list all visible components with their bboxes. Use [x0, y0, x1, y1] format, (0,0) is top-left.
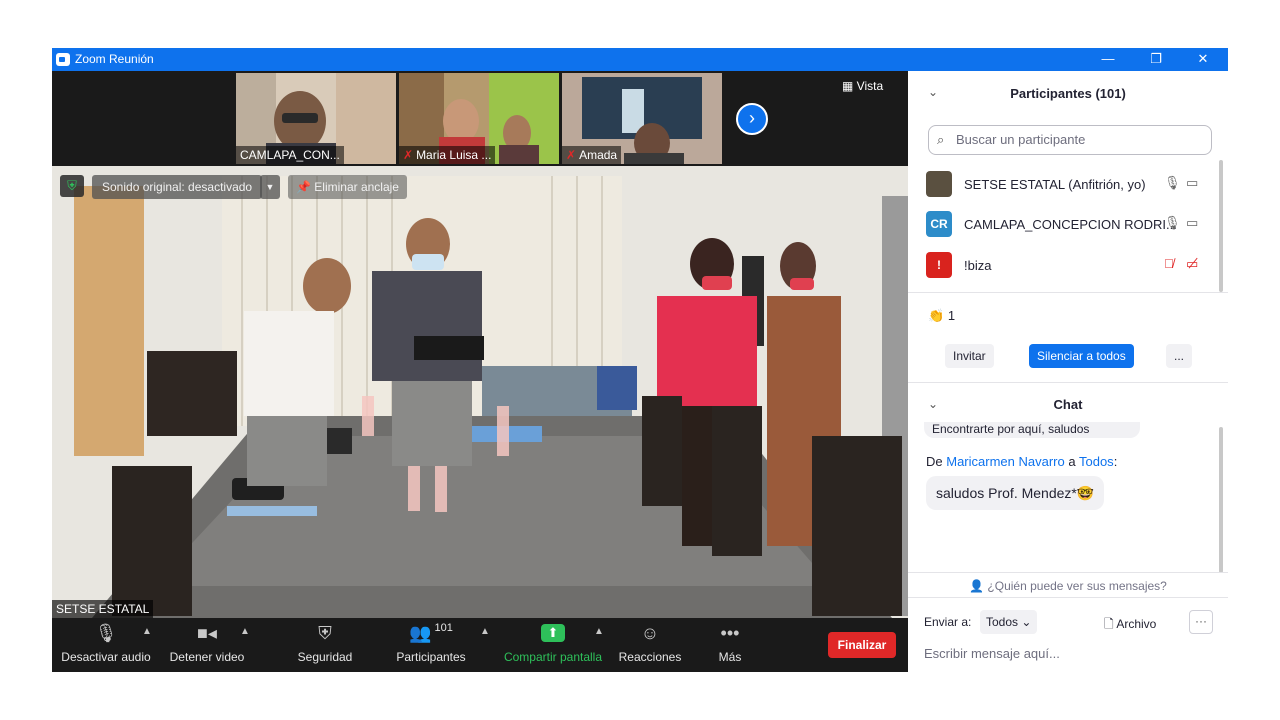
- divider: [908, 382, 1228, 383]
- grid-icon: ▦: [842, 79, 857, 93]
- thumbnail-name: CAMLAPA_CON...: [236, 146, 344, 164]
- next-page-button[interactable]: ›: [736, 103, 768, 135]
- chat-scrollbar[interactable]: [1219, 427, 1223, 573]
- participant-search-input[interactable]: ⌕ Buscar un participante: [928, 125, 1212, 155]
- original-sound-dropdown[interactable]: ▼: [260, 175, 280, 199]
- microphone-muted-icon[interactable]: 🎙̸: [1164, 256, 1174, 271]
- participant-name: CAMLAPA_CONCEPCION RODRI...: [964, 217, 1177, 232]
- close-button[interactable]: ✕: [1180, 48, 1226, 71]
- microphone-icon: 🎙: [94, 622, 118, 643]
- chat-message-bubble: saludos Prof. Mendez*🤓: [926, 476, 1105, 510]
- video-off-icon[interactable]: ▭̸: [1186, 256, 1198, 272]
- mic-off-icon: ✗: [403, 148, 414, 162]
- reaction-counter: 👏 1: [928, 308, 956, 323]
- restore-button[interactable]: ❐: [1133, 48, 1179, 71]
- minimize-button[interactable]: —: [1085, 48, 1131, 71]
- participants-title: Participantes (101): [1010, 86, 1126, 101]
- mic-off-icon: ✗: [566, 148, 577, 162]
- who-can-see-link[interactable]: 👤 ¿Quién puede ver sus mensajes?: [908, 579, 1228, 593]
- side-panel: ⌄ Participantes (101) ⌕ Buscar un partic…: [908, 71, 1228, 672]
- sender-name[interactable]: Maricarmen Navarro: [946, 454, 1064, 469]
- person-lock-icon: 👤: [969, 579, 988, 593]
- divider: [908, 572, 1228, 573]
- video-options-chevron-up-icon[interactable]: ▲: [240, 626, 250, 637]
- search-icon: ⌕: [937, 132, 945, 147]
- chat-more-button[interactable]: ···: [1189, 610, 1213, 634]
- unpin-button[interactable]: 📌 Eliminar anclaje: [288, 175, 407, 199]
- avatar: !: [926, 252, 952, 278]
- participants-icon: 👥: [409, 622, 432, 643]
- mute-audio-button[interactable]: 🎙 Desactivar audio: [60, 618, 152, 672]
- shield-icon: ⛨: [318, 622, 332, 643]
- thumbnail-video[interactable]: ✗ Maria Luisa ...: [399, 73, 559, 164]
- mute-all-button[interactable]: Silenciar a todos: [1029, 344, 1134, 368]
- emoji-add-icon: ☺: [640, 622, 660, 643]
- recipient-name[interactable]: Todos: [1079, 454, 1114, 469]
- microphone-icon[interactable]: 🎙: [1164, 175, 1181, 191]
- thumbnail-video[interactable]: CAMLAPA_CON...: [236, 73, 396, 164]
- video-area: CAMLAPA_CON... ✗ Maria Luisa ... ✗ Amada…: [52, 71, 908, 672]
- chat-title: Chat: [1053, 397, 1083, 412]
- participant-row[interactable]: ! !biza 🎙̸ ▭̸: [908, 246, 1220, 286]
- chat-message-header: De Maricarmen Navarro a Todos:: [926, 454, 1118, 469]
- more-dots-icon: •••: [720, 622, 740, 643]
- participant-name: !biza: [964, 258, 992, 273]
- video-camera-icon[interactable]: ▭: [1186, 175, 1198, 191]
- participants-count: 101: [434, 622, 453, 634]
- avatar: CR: [926, 211, 952, 237]
- file-button[interactable]: 🗋 Archivo: [1104, 615, 1156, 636]
- chevron-down-icon: ▼: [265, 182, 275, 192]
- thumbnail-video[interactable]: ✗ Amada: [562, 73, 722, 164]
- zoom-app-icon: [56, 53, 70, 66]
- original-sound-button[interactable]: Sonido original: desactivado: [92, 175, 263, 199]
- stop-video-button[interactable]: ■◂ Detener video: [164, 618, 250, 672]
- zoom-window: Zoom Reunión — ❐ ✕ CAMLAPA_CON... ✗ Mari…: [52, 48, 1228, 672]
- avatar: [926, 171, 952, 197]
- participants-header: ⌄ Participantes (101): [908, 71, 1228, 113]
- participants-button[interactable]: 👥 101 Participantes: [392, 618, 470, 672]
- invite-button[interactable]: Invitar: [945, 344, 994, 368]
- participant-row[interactable]: SETSE ESTATAL (Anfitrión, yo) 🎙 ▭: [908, 165, 1220, 205]
- thumbnail-name: ✗ Amada: [562, 146, 622, 164]
- participant-name: SETSE ESTATAL (Anfitrión, yo): [964, 177, 1146, 192]
- meeting-toolbar: 🎙 Desactivar audio ▲ ■◂ Detener video ▲ …: [52, 618, 908, 672]
- video-camera-icon: ■◂: [197, 622, 217, 643]
- divider: [908, 292, 1228, 293]
- pin-icon: 📌: [296, 180, 315, 194]
- main-video: ⛨ Sonido original: desactivado ▼ 📌 Elimi…: [52, 166, 908, 618]
- participants-more-button[interactable]: ...: [1166, 344, 1193, 368]
- share-screen-button[interactable]: ⬆ Compartir pantalla: [500, 618, 606, 672]
- participants-options-chevron-up-icon[interactable]: ▲: [480, 626, 490, 637]
- share-screen-icon: ⬆: [541, 624, 565, 642]
- window-title: Zoom Reunión: [75, 52, 154, 66]
- thumbnail-strip: CAMLAPA_CON... ✗ Maria Luisa ... ✗ Amada…: [52, 71, 908, 166]
- speaker-name-label: SETSE ESTATAL: [52, 600, 154, 618]
- more-button[interactable]: ••• Más: [706, 618, 754, 672]
- chevron-down-icon: ⌄: [1018, 615, 1032, 629]
- participant-list: SETSE ESTATAL (Anfitrión, yo) 🎙 ▭ CR CAM…: [908, 165, 1228, 291]
- file-icon: 🗋: [1104, 617, 1117, 631]
- microphone-icon[interactable]: 🎙: [1164, 215, 1181, 231]
- chat-message-bubble: Encontrarte por aquí, saludos: [924, 422, 1140, 438]
- reactions-button[interactable]: ☺ Reacciones: [616, 618, 684, 672]
- security-button[interactable]: ⛨ Seguridad: [292, 618, 358, 672]
- chat-message-input[interactable]: [924, 642, 1212, 664]
- send-to-dropdown[interactable]: Todos ⌄: [980, 610, 1038, 634]
- encryption-shield-icon[interactable]: ⛨: [60, 175, 84, 197]
- clapping-hands-icon: 👏: [928, 308, 945, 323]
- share-options-chevron-up-icon[interactable]: ▲: [594, 626, 604, 637]
- main-video-image: [52, 166, 908, 618]
- participants-scrollbar[interactable]: [1219, 160, 1223, 292]
- title-bar: Zoom Reunión — ❐ ✕: [52, 48, 1228, 71]
- end-meeting-button[interactable]: Finalizar: [828, 632, 896, 658]
- video-camera-icon[interactable]: ▭: [1186, 215, 1198, 231]
- view-button[interactable]: ▦ Vista: [842, 79, 883, 93]
- divider: [908, 597, 1228, 598]
- audio-options-chevron-up-icon[interactable]: ▲: [142, 626, 152, 637]
- thumbnail-name: ✗ Maria Luisa ...: [399, 146, 496, 164]
- participant-row[interactable]: CR CAMLAPA_CONCEPCION RODRI... 🎙 ▭: [908, 205, 1220, 245]
- send-to-label: Enviar a:: [924, 615, 972, 629]
